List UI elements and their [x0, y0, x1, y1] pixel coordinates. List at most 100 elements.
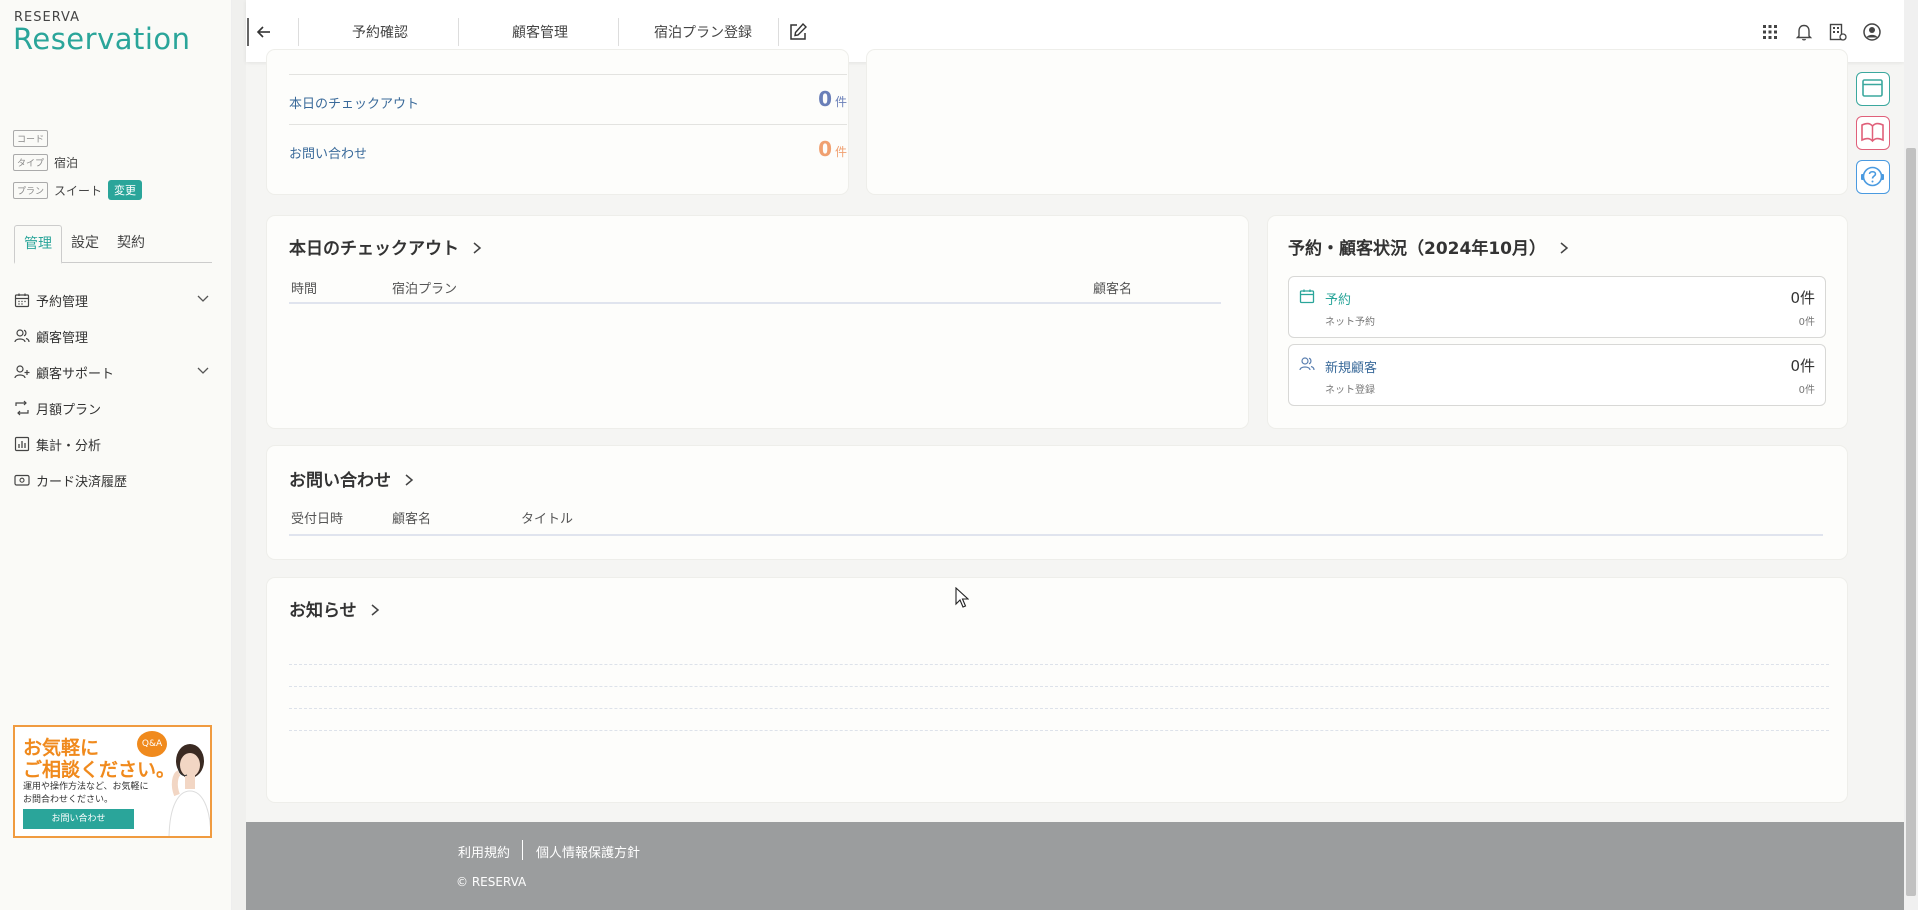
sidebar-item-label: 顧客管理: [36, 330, 89, 346]
book-icon: [1861, 122, 1884, 143]
bell-icon[interactable]: [1794, 22, 1814, 42]
stat-checkout-today[interactable]: 本日のチェックアウト 0件: [289, 75, 847, 125]
table-header-line: [289, 534, 1823, 536]
mouse-cursor-icon: [955, 587, 969, 608]
stat-number: 0: [818, 87, 832, 111]
repeat-icon: [15, 400, 29, 416]
sidebar-item-label: カード決済履歴: [36, 474, 128, 490]
scrollbar-thumb[interactable]: [1906, 148, 1916, 896]
sidebar-scrollbar[interactable]: [232, 0, 246, 910]
brand-logo[interactable]: Reservation: [13, 22, 191, 56]
help-button[interactable]: [1856, 160, 1890, 194]
type-tag: タイプ: [13, 154, 49, 171]
chevron-down-icon[interactable]: [196, 364, 210, 378]
sidebar: RESERVA Reservation コード タイプ 宿泊 プラン スイート …: [0, 0, 232, 910]
status-subvalue: 0件: [1798, 385, 1815, 396]
nav-customer-management[interactable]: 顧客管理: [512, 22, 568, 42]
banner-line2: ご相談ください。: [23, 759, 176, 781]
header-divider: [618, 18, 619, 46]
users-icon: [14, 329, 30, 343]
table-header-line: [289, 302, 1221, 304]
banner-contact-button[interactable]: お問い合わせ: [23, 809, 134, 829]
status-box-reservations[interactable]: 予約 ネット予約 0件 0件: [1288, 276, 1826, 338]
nav-plan-register[interactable]: 宿泊プラン登録: [654, 22, 752, 42]
contact-banner[interactable]: お気軽に ご相談ください。 運用や操作方法など、お気軽にお問合わせください。 お…: [13, 725, 212, 838]
sidebar-item-customers[interactable]: 顧客管理: [14, 318, 214, 354]
change-plan-button[interactable]: 変更: [108, 180, 143, 200]
status-sub: ネット登録: [1325, 385, 1375, 396]
building-settings-icon[interactable]: [1828, 22, 1848, 42]
status-subvalue: 0件: [1798, 317, 1815, 328]
chevron-right-icon: [371, 604, 379, 616]
inquiry-title[interactable]: お問い合わせ: [289, 466, 415, 491]
stat-label: お問い合わせ: [289, 147, 368, 162]
status-label: 新規顧客: [1325, 361, 1378, 376]
stat-unit: 件: [834, 145, 847, 159]
plan-tag: プラン: [13, 181, 49, 199]
header-divider: [458, 18, 459, 46]
col-customer: 顧客名: [1093, 282, 1133, 297]
qa-bubble: Q&A: [137, 731, 167, 757]
edit-icon[interactable]: [788, 22, 808, 42]
news-row-line: [289, 686, 1829, 687]
stat-inquiries[interactable]: お問い合わせ 0件: [289, 125, 847, 175]
plan-row: プラン スイート 変更: [13, 180, 143, 200]
calendar-icon: [1299, 289, 1315, 304]
users-icon: [1299, 357, 1315, 371]
news-title-text: お知らせ: [289, 601, 357, 621]
news-row-line: [289, 708, 1829, 709]
footer: 利用規約 個人情報保護方針 © RESERVA: [246, 822, 1904, 910]
header-divider: [298, 18, 299, 46]
sidebar-item-label: 月額プラン: [36, 402, 102, 418]
stat-value: 0件: [818, 87, 847, 111]
checkout-title[interactable]: 本日のチェックアウト: [289, 234, 483, 259]
code-row: コード: [13, 130, 54, 147]
chevron-down-icon[interactable]: [196, 292, 210, 306]
status-title[interactable]: 予約・顧客状況（2024年10月）: [1288, 234, 1570, 259]
sidebar-item-monthly-plan[interactable]: 月額プラン: [14, 390, 214, 426]
footer-privacy-link[interactable]: 個人情報保護方針: [536, 842, 640, 861]
sidebar-tabs: 管理 設定 契約: [14, 225, 212, 264]
apps-grid-icon[interactable]: [1760, 22, 1780, 42]
col-customer: 顧客名: [392, 512, 432, 527]
chevron-right-icon: [1560, 242, 1569, 254]
status-box-new-customers[interactable]: 新規顧客 ネット登録 0件 0件: [1288, 344, 1826, 406]
browser-window-button[interactable]: [1856, 72, 1890, 106]
sidebar-item-analytics[interactable]: 集計・分析: [14, 426, 214, 462]
collapse-sidebar-icon[interactable]: [246, 16, 276, 48]
stat-number: 0: [818, 137, 832, 161]
support-person-image: [168, 744, 210, 836]
main-scrollbar[interactable]: [1904, 0, 1918, 910]
stat-value: 0件: [818, 137, 847, 161]
manual-button[interactable]: [1856, 116, 1890, 150]
header-divider: [778, 18, 779, 46]
status-value: 0件: [1790, 357, 1815, 375]
calendar-icon: [14, 293, 30, 308]
top-right-card: [867, 50, 1847, 194]
tab-settings[interactable]: 設定: [62, 225, 108, 262]
status-value: 0件: [1790, 289, 1815, 307]
checkout-card: 本日のチェックアウト 時間 宿泊プラン 顧客名: [267, 216, 1248, 428]
tab-manage[interactable]: 管理: [14, 225, 62, 264]
sidebar-item-card-history[interactable]: カード決済履歴: [14, 462, 214, 498]
sidebar-item-support[interactable]: 顧客サポート: [14, 354, 214, 390]
card-icon: [14, 474, 30, 486]
account-icon[interactable]: [1862, 22, 1882, 42]
news-title[interactable]: お知らせ: [289, 596, 381, 621]
stat-unit: 件: [834, 95, 847, 109]
type-value: 宿泊: [54, 156, 79, 170]
sidebar-item-reservations[interactable]: 予約管理: [14, 282, 214, 318]
footer-copyright: © RESERVA: [456, 875, 527, 889]
type-row: タイプ 宿泊: [13, 154, 78, 171]
window-icon: [1862, 79, 1883, 97]
tab-contract[interactable]: 契約: [108, 225, 154, 262]
col-plan: 宿泊プラン: [392, 282, 458, 297]
summary-card: 本日のチェックアウト 0件 お問い合わせ 0件: [267, 50, 848, 194]
banner-sub: 運用や操作方法など、お気軽にお問合わせください。: [23, 782, 149, 805]
footer-terms-link[interactable]: 利用規約: [458, 842, 510, 861]
chevron-right-icon: [473, 242, 482, 254]
nav-reservation-check[interactable]: 予約確認: [352, 22, 408, 42]
col-received-at: 受付日時: [291, 512, 344, 527]
stat-label: 本日のチェックアウト: [289, 97, 420, 112]
col-time: 時間: [291, 282, 318, 297]
